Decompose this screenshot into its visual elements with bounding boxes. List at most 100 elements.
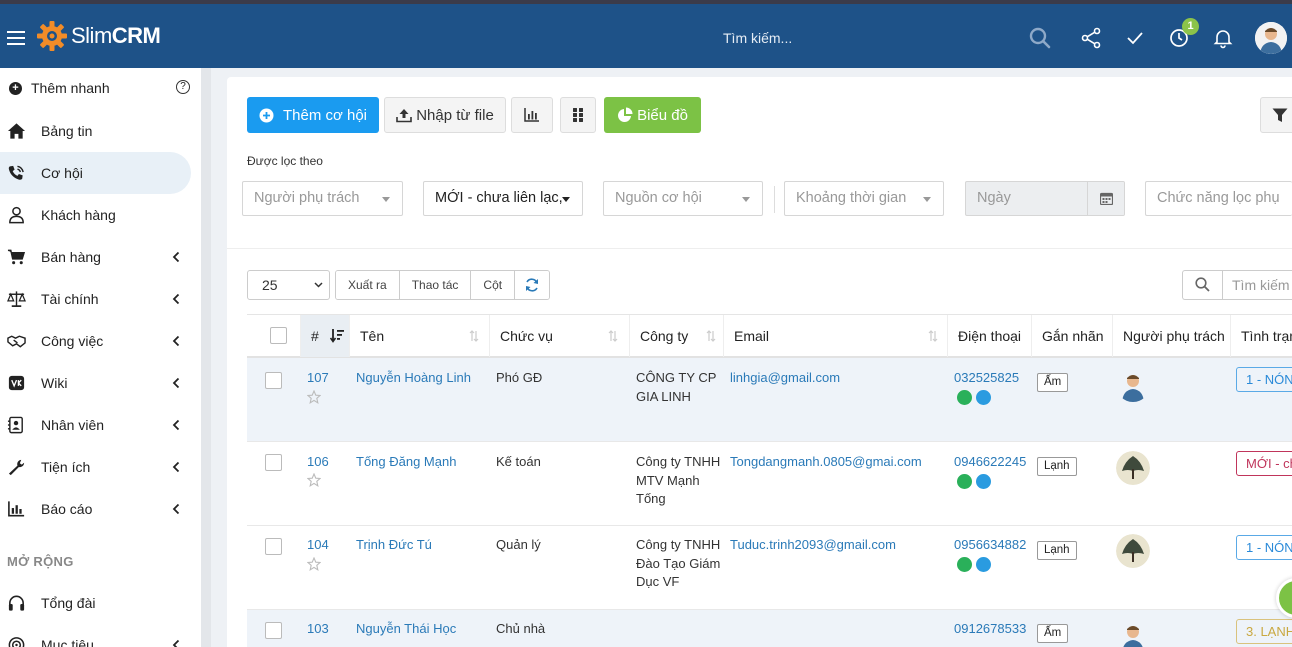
table-row[interactable]: 104 Trịnh Đức Tú Quản lý Công ty TNHH Đào… bbox=[247, 526, 1292, 610]
row-phone[interactable]: 0912678533 bbox=[954, 620, 1026, 639]
row-checkbox[interactable] bbox=[265, 622, 282, 639]
bell-icon[interactable] bbox=[1211, 26, 1235, 50]
row-phone[interactable]: 032525825 bbox=[954, 369, 1019, 388]
export-button[interactable]: Xuất ra bbox=[336, 271, 400, 299]
table-row[interactable]: 107 Nguyễn Hoàng Linh Phó GĐ CÔNG TY CP G… bbox=[247, 358, 1292, 442]
owner-avatar[interactable] bbox=[1116, 534, 1150, 568]
row-name[interactable]: Trịnh Đức Tú bbox=[356, 536, 432, 555]
row-tag[interactable]: Ấm bbox=[1037, 373, 1069, 392]
date-filter-input[interactable]: Ngày bbox=[965, 181, 1125, 216]
sidebar-item-utilities[interactable]: Tiện ích bbox=[0, 446, 191, 488]
row-position: Quản lý bbox=[496, 537, 541, 552]
sidebar-item-employees[interactable]: Nhân viên bbox=[0, 404, 191, 446]
table-row[interactable]: 103 Nguyễn Thái Học Chủ nhà 0912678533 Ấ… bbox=[247, 610, 1292, 647]
row-tag[interactable]: Lạnh bbox=[1037, 541, 1077, 560]
columns-button[interactable]: Cột bbox=[471, 271, 516, 299]
check-icon[interactable] bbox=[1123, 26, 1147, 50]
row-status[interactable]: MỚI - chưa liên lạc bbox=[1236, 451, 1292, 476]
sidebar-item-tasks[interactable]: Công việc bbox=[0, 320, 191, 362]
sidebar-item-dashboard[interactable]: Bảng tin bbox=[0, 110, 191, 152]
column-header-tags[interactable]: Gắn nhãn bbox=[1032, 315, 1113, 357]
sidebar-item-reports[interactable]: Báo cáo bbox=[0, 488, 191, 530]
column-header-status[interactable]: Tình trạng bbox=[1231, 315, 1292, 357]
row-checkbox[interactable] bbox=[265, 454, 282, 471]
column-header-phone[interactable]: Điện thoại bbox=[948, 315, 1032, 357]
import-file-button[interactable]: Nhập từ file bbox=[384, 97, 506, 133]
row-status[interactable]: 1 - NÓNG bbox=[1236, 367, 1292, 392]
row-name[interactable]: Tống Đăng Mạnh bbox=[356, 453, 456, 472]
owner-avatar[interactable] bbox=[1116, 368, 1150, 402]
select-all-checkbox[interactable] bbox=[270, 327, 287, 344]
call-icon[interactable] bbox=[957, 474, 972, 489]
row-status[interactable]: 3. LẠNH bbox=[1236, 619, 1292, 644]
row-checkbox[interactable] bbox=[265, 538, 282, 555]
column-header-id[interactable]: # bbox=[301, 315, 350, 357]
user-avatar[interactable] bbox=[1255, 22, 1287, 54]
star-icon[interactable] bbox=[307, 390, 321, 404]
row-email[interactable]: Tongdangmanh.0805@gmai.com bbox=[730, 453, 922, 472]
chat-icon[interactable] bbox=[976, 557, 991, 572]
chat-icon[interactable] bbox=[976, 474, 991, 489]
app-logo[interactable]: SlimCRM bbox=[36, 20, 161, 52]
sidebar-scrollbar[interactable] bbox=[201, 68, 211, 647]
add-opportunity-button[interactable]: Thêm cơ hội bbox=[247, 97, 379, 133]
row-phone[interactable]: 0946622245 bbox=[954, 453, 1026, 472]
call-icon[interactable] bbox=[957, 557, 972, 572]
column-header-position[interactable]: Chức vụ bbox=[490, 315, 630, 357]
row-tag[interactable]: Ấm bbox=[1037, 624, 1069, 643]
table-search-button[interactable] bbox=[1183, 271, 1223, 299]
row-tag[interactable]: Lạnh bbox=[1037, 457, 1077, 476]
period-filter-select[interactable]: Khoảng thời gian bbox=[784, 181, 944, 216]
source-filter-select[interactable]: Nguồn cơ hội bbox=[603, 181, 763, 216]
column-header-email[interactable]: Email bbox=[724, 315, 948, 357]
sidebar-item-call-center[interactable]: Tổng đài bbox=[0, 582, 191, 624]
row-phone[interactable]: 0956634882 bbox=[954, 536, 1026, 555]
page-size-select[interactable]: 25 bbox=[247, 270, 330, 300]
row-email[interactable]: linhgia@gmail.com bbox=[730, 369, 840, 388]
sidebar-item-wiki[interactable]: Wiki bbox=[0, 362, 191, 404]
star-icon[interactable] bbox=[307, 557, 321, 571]
actions-button[interactable]: Thao tác bbox=[399, 271, 472, 299]
sidebar-item-goals[interactable]: Mục tiêu bbox=[0, 624, 191, 647]
report-chart-button[interactable] bbox=[511, 97, 553, 133]
table-row[interactable]: 106 Tống Đăng Mạnh Kế toán Công ty TNHH M… bbox=[247, 442, 1292, 526]
filter-button[interactable] bbox=[1260, 97, 1292, 133]
row-name[interactable]: Nguyễn Hoàng Linh bbox=[356, 369, 471, 388]
owner-avatar[interactable] bbox=[1116, 451, 1150, 485]
sidebar-item-opportunities[interactable]: Cơ hội bbox=[0, 152, 191, 194]
sidebar-item-sales[interactable]: Bán hàng bbox=[0, 236, 191, 278]
table-search[interactable]: Tìm kiếm bbox=[1182, 270, 1292, 300]
column-header-name[interactable]: Tên bbox=[350, 315, 490, 357]
extra-filter-select[interactable]: Chức năng lọc phụ bbox=[1145, 181, 1292, 216]
search-icon[interactable] bbox=[1028, 26, 1052, 50]
chart-button[interactable]: Biểu đồ bbox=[604, 97, 701, 133]
calendar-button[interactable] bbox=[1087, 182, 1124, 215]
table-search-input[interactable]: Tìm kiếm bbox=[1232, 277, 1290, 293]
owner-filter-select[interactable]: Người phụ trách bbox=[242, 181, 403, 216]
column-header-owner[interactable]: Người phụ trách bbox=[1113, 315, 1231, 357]
global-search-input[interactable]: Tìm kiếm... bbox=[723, 30, 792, 46]
help-icon[interactable]: ? bbox=[176, 80, 190, 94]
sidebar-item-customers[interactable]: Khách hàng bbox=[0, 194, 191, 236]
status-filter-select[interactable]: MỚI - chưa liên lạc, bbox=[423, 181, 583, 216]
row-email[interactable]: Tuduc.trinh2093@gmail.com bbox=[730, 536, 896, 555]
quick-add-button[interactable]: + Thêm nhanh ? bbox=[9, 80, 193, 96]
id-card-icon bbox=[7, 416, 23, 434]
row-id[interactable]: 107 bbox=[307, 369, 329, 388]
row-id[interactable]: 103 bbox=[307, 620, 329, 639]
grid-view-button[interactable] bbox=[560, 97, 596, 133]
sidebar-item-finance[interactable]: Tài chính bbox=[0, 278, 191, 320]
share-icon[interactable] bbox=[1079, 26, 1103, 50]
call-icon[interactable] bbox=[957, 390, 972, 405]
row-status[interactable]: 1 - NÓNG bbox=[1236, 535, 1292, 560]
menu-toggle-icon[interactable] bbox=[7, 31, 25, 45]
row-id[interactable]: 104 bbox=[307, 536, 329, 555]
star-icon[interactable] bbox=[307, 473, 321, 487]
owner-avatar[interactable] bbox=[1116, 619, 1150, 647]
row-id[interactable]: 106 bbox=[307, 453, 329, 472]
row-checkbox[interactable] bbox=[265, 372, 282, 389]
row-name[interactable]: Nguyễn Thái Học bbox=[356, 620, 456, 639]
column-header-company[interactable]: Công ty bbox=[630, 315, 724, 357]
refresh-button[interactable] bbox=[515, 271, 550, 299]
chat-icon[interactable] bbox=[976, 390, 991, 405]
